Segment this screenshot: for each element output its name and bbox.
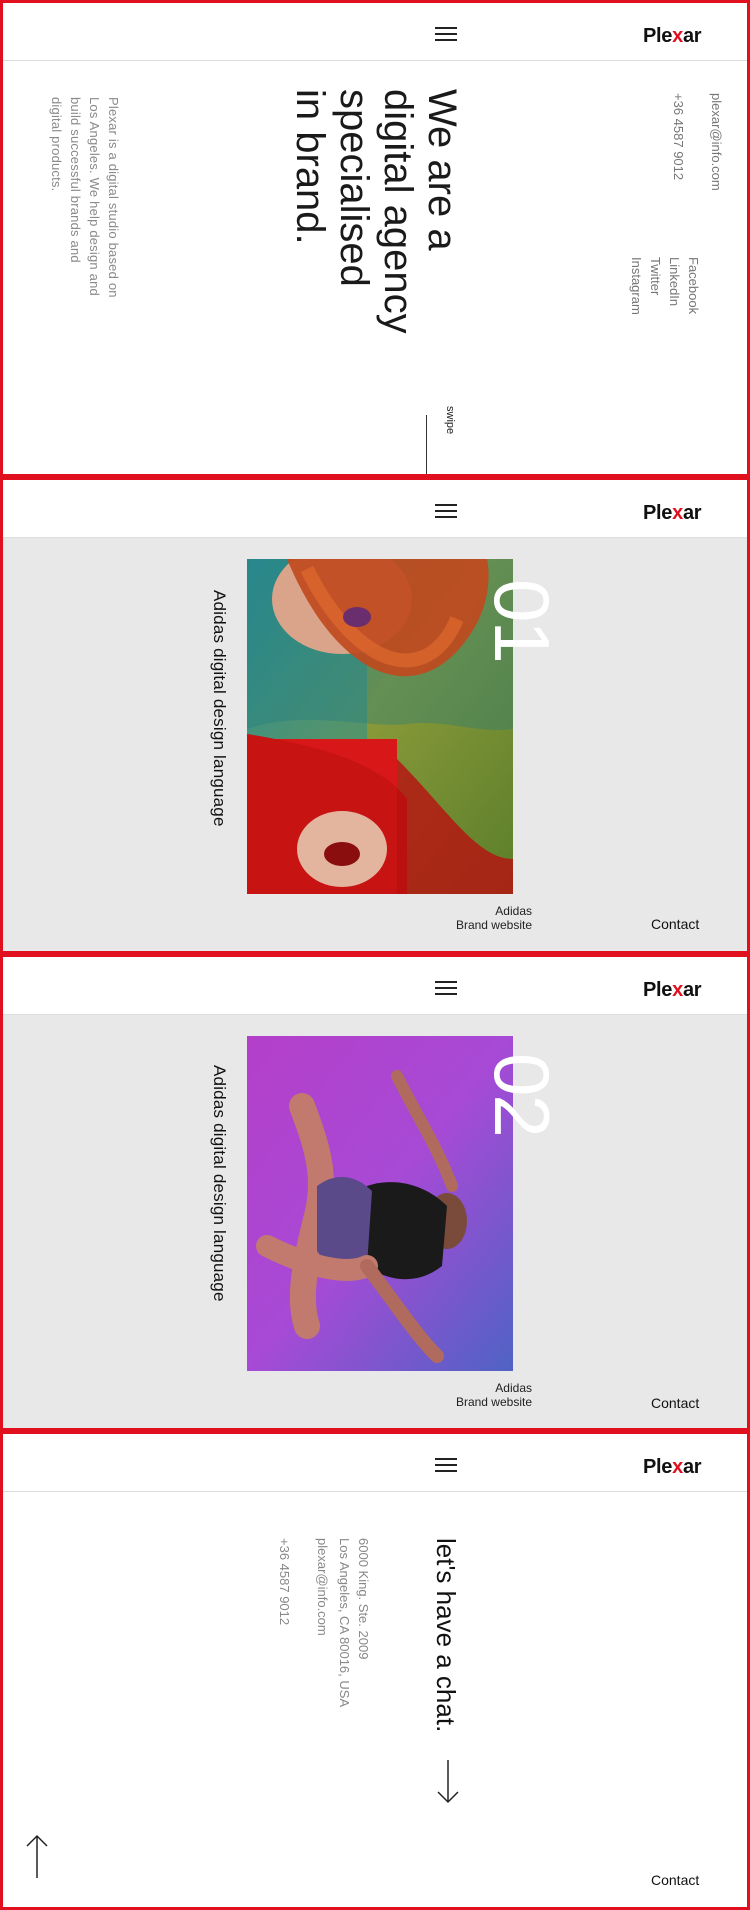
- hero-panel: Plexar We are a digital agency specialis…: [0, 0, 750, 477]
- hero-email[interactable]: plexar@info.com: [709, 93, 724, 191]
- brand-type: Brand website: [455, 918, 532, 932]
- brand-client: Adidas: [495, 904, 532, 918]
- top-bar: Plexar: [3, 1434, 747, 1492]
- social-links[interactable]: Facebook LinkedIn Twitter Instagram: [627, 257, 703, 315]
- contact-link[interactable]: Contact: [651, 1395, 699, 1411]
- work-panel-01: Plexar 01 Adidas digital design language…: [0, 477, 750, 954]
- work-image-02[interactable]: [247, 1036, 513, 1371]
- top-bar: Plexar: [3, 957, 747, 1015]
- arrow-down-icon[interactable]: [436, 1760, 460, 1804]
- hamburger-menu-icon[interactable]: [435, 1458, 457, 1474]
- work-image-01[interactable]: [247, 559, 513, 894]
- logo[interactable]: Plexar: [643, 979, 702, 1002]
- logo[interactable]: Plexar: [643, 1456, 702, 1479]
- chat-contact-info: plexar@info.com +36 4587 9012: [275, 1538, 351, 1636]
- work-caption-01[interactable]: Adidas digital design language: [209, 590, 229, 827]
- top-bar: Plexar: [3, 3, 747, 61]
- hero-contact-info: plexar@info.com +36 4587 9012: [669, 93, 745, 191]
- work-panel-02: Plexar 02 Adidas digital design language…: [0, 954, 750, 1431]
- work-caption-02[interactable]: Adidas digital design language: [209, 1065, 229, 1302]
- work-number-01: 01: [478, 579, 566, 662]
- logo[interactable]: Plexar: [643, 502, 702, 525]
- chat-phone[interactable]: +36 4587 9012: [277, 1538, 292, 1625]
- hero-description: Plexar is a digital studio based on Los …: [49, 97, 121, 298]
- work-image-02-art: [247, 1036, 513, 1371]
- hamburger-menu-icon[interactable]: [435, 27, 457, 43]
- work-image-01-art: [247, 559, 513, 894]
- contact-link[interactable]: Contact: [651, 1872, 699, 1888]
- hamburger-menu-icon[interactable]: [435, 504, 457, 520]
- hamburger-menu-icon[interactable]: [435, 981, 457, 997]
- contact-link[interactable]: Contact: [651, 916, 699, 932]
- swipe-line: [426, 415, 427, 474]
- arrow-up-icon[interactable]: [25, 1834, 49, 1878]
- hero-title: We are a digital agency specialised in b…: [288, 89, 464, 334]
- brand-info-02: Adidas Brand website: [456, 1381, 532, 1409]
- top-bar: Plexar: [3, 480, 747, 538]
- logo[interactable]: Plexar: [643, 25, 702, 48]
- brand-info-01: Adidas Brand website: [456, 904, 532, 932]
- brand-type: Brand website: [455, 1395, 532, 1409]
- brand-client: Adidas: [495, 1381, 532, 1395]
- chat-title: let's have a chat.: [431, 1538, 461, 1733]
- hero-phone[interactable]: +36 4587 9012: [671, 93, 686, 180]
- chat-email[interactable]: plexar@info.com: [315, 1538, 330, 1636]
- work-number-02: 02: [478, 1053, 566, 1136]
- swipe-label: swipe: [444, 406, 456, 435]
- chat-panel: Plexar let's have a chat. 6000 King. Ste…: [0, 1431, 750, 1910]
